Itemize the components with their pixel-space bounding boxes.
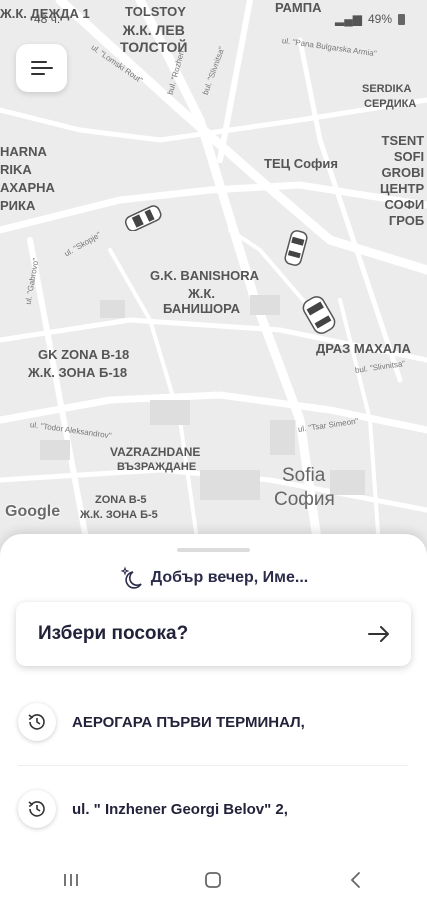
map-label-draz: ДРАЗ МАХАЛА — [316, 341, 411, 356]
map-label-sofia: София — [274, 489, 335, 510]
history-icon — [18, 703, 56, 741]
sheet-drag-handle[interactable] — [177, 548, 250, 552]
home-button[interactable] — [193, 865, 233, 895]
destination-prompt: Избери посока? — [38, 623, 189, 644]
recent-destination-label: АЕРОГАРА ПЪРВИ ТЕРМИНАЛ, — [72, 713, 305, 731]
back-button[interactable] — [336, 865, 376, 895]
map-label-serdika-latin: SERDIKA — [362, 83, 412, 95]
greeting-row: Добър вечер, Име... — [0, 566, 427, 590]
battery-percent: 49% — [367, 12, 392, 26]
hamburger-icon — [30, 61, 53, 75]
map-label-zona18: Ж.К. ЗОНА Б-18 — [28, 365, 128, 380]
map-label-zona5-latin: ZONA B-5 — [95, 494, 147, 506]
taxi-car-icon — [302, 296, 336, 334]
menu-button[interactable] — [16, 44, 67, 92]
recent-apps-icon — [64, 874, 79, 886]
battery-icon — [398, 13, 405, 25]
taxi-car-icon — [284, 230, 308, 266]
signal-icon: ▂▄▆ — [335, 12, 362, 26]
map-label-zona5: Ж.К. ЗОНА Б-5 — [80, 509, 158, 521]
recent-destination-item[interactable]: ul. " Inzhener Georgi Belov" 2, — [0, 779, 427, 839]
map-label-vazrazhdane: ВЪЗРАЖДАНЕ — [117, 461, 197, 473]
system-nav-bar — [0, 860, 427, 900]
map-label-vazrazhdane-latin: VAZRAZHDANE — [110, 445, 201, 459]
greeting-text: Добър вечер, Име... — [150, 569, 309, 586]
divider — [18, 765, 408, 766]
map-label-serdika: СЕРДИКА — [364, 98, 417, 110]
destination-search-button[interactable]: Избери посока? — [16, 602, 411, 666]
map-label-sofia-latin: Sofia — [282, 465, 326, 486]
map-label-zona18-latin: GK ZONA B-18 — [38, 347, 130, 362]
recent-destination-label: ul. " Inzhener Georgi Belov" 2, — [72, 800, 288, 818]
status-icons: ▂▄▆ 49% — [335, 12, 405, 26]
status-time: 48 ч. — [34, 12, 61, 26]
map-label-tsentar: TSENT SOFI GROBI ЦЕНТР СОФИ ГРОБ — [380, 133, 425, 228]
home-icon — [205, 872, 222, 888]
map-label-banishora-latin: G.K. BANISHORA — [150, 268, 260, 283]
taxi-car-icon — [124, 205, 162, 231]
back-icon — [350, 872, 360, 888]
recent-apps-button[interactable] — [51, 865, 91, 895]
map-label-tets: ТЕЦ София — [264, 156, 339, 171]
history-icon — [18, 790, 56, 828]
map-label-harna: HARNA RIKA АХАРНА РИКА — [0, 144, 55, 213]
google-attribution: Google — [5, 503, 61, 520]
arrow-right-icon — [368, 626, 389, 642]
map-label-banishora: Ж.К. БАНИШОРА — [163, 286, 241, 316]
recent-destination-item[interactable]: АЕРОГАРА ПЪРВИ ТЕРМИНАЛ, — [0, 692, 427, 752]
moon-stars-icon — [120, 566, 142, 589]
status-bar: 48 ч. ▂▄▆ 49% — [0, 0, 427, 26]
bottom-sheet: Добър вечер, Име... Избери посока? АЕРОГ… — [0, 534, 427, 900]
